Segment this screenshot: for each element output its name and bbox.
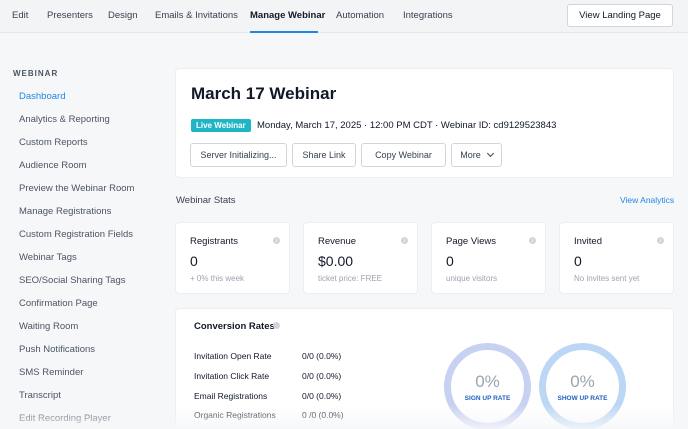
tab-design[interactable]: Design <box>108 10 138 21</box>
sidebar-item-push-notifications[interactable]: Push Notifications <box>19 344 95 355</box>
info-icon[interactable]: i <box>273 237 280 244</box>
sidebar-item-manage-registrations[interactable]: Manage Registrations <box>19 206 111 217</box>
sidebar-item-dashboard[interactable]: Dashboard <box>19 91 65 102</box>
more-button[interactable]: More <box>451 143 502 167</box>
show-up-rate-ring: 0% SHOW UP RATE <box>539 343 626 429</box>
webinar-header-card: March 17 Webinar Live Webinar Monday, Ma… <box>175 68 674 178</box>
stat-sub: unique visitors <box>446 274 498 283</box>
live-webinar-badge: Live Webinar <box>191 119 251 132</box>
more-label: More <box>460 150 481 160</box>
stat-label: Revenue <box>318 236 357 247</box>
stat-card-invited: Invited i 0 No invites sent yet <box>559 222 674 294</box>
sign-up-rate-label: SIGN UP RATE <box>464 394 511 402</box>
conversion-rates-title: Conversion Rates <box>194 321 275 332</box>
sidebar-item-custom-registration-fields[interactable]: Custom Registration Fields <box>19 229 133 240</box>
stat-label: Invited <box>574 236 602 247</box>
sidebar-heading: WEBINAR <box>13 69 59 78</box>
conversion-row-value: 0/0 (0.0%) <box>302 371 342 381</box>
active-tab-indicator <box>250 31 318 33</box>
stat-card-page-views: Page Views i 0 unique visitors <box>431 222 546 294</box>
stat-sub: + 0% this week <box>190 274 245 283</box>
stat-sub: ticket price: FREE <box>318 274 383 283</box>
tab-automation[interactable]: Automation <box>336 10 384 21</box>
stat-value: $0.00 <box>318 253 354 269</box>
conversion-rates-card: Conversion Rates Invitation Open Rate 0/… <box>175 308 674 429</box>
sidebar-item-waiting-room[interactable]: Waiting Room <box>19 321 78 332</box>
sign-up-rate-ring: 0% SIGN UP RATE <box>444 343 531 429</box>
top-nav: Edit Presenters Design Emails & Invitati… <box>0 0 688 33</box>
stat-value: 0 <box>190 253 198 269</box>
stat-value: 0 <box>574 253 582 269</box>
sidebar-item-confirmation-page[interactable]: Confirmation Page <box>19 298 98 309</box>
copy-webinar-button[interactable]: Copy Webinar <box>361 143 446 167</box>
conversion-row-label: Invitation Click Rate <box>194 371 270 381</box>
sidebar-item-seo-social-sharing-tags[interactable]: SEO/Social Sharing Tags <box>19 275 126 286</box>
stat-value: 0 <box>446 253 454 269</box>
server-initializing-button[interactable]: Server Initializing... <box>190 143 287 167</box>
show-up-rate-value: 0% <box>570 371 595 391</box>
stat-label: Registrants <box>190 236 239 247</box>
stat-card-revenue: Revenue i $0.00 ticket price: FREE <box>303 222 418 294</box>
tab-edit[interactable]: Edit <box>12 10 28 21</box>
tab-presenters[interactable]: Presenters <box>47 10 93 21</box>
chevron-down-icon <box>486 149 494 158</box>
info-icon[interactable] <box>273 322 280 329</box>
conversion-row-value: 0 /0 (0.0%) <box>302 410 344 420</box>
show-up-rate-label: SHOW UP RATE <box>557 394 608 402</box>
sidebar-item-audience-room[interactable]: Audience Room <box>19 160 87 171</box>
stat-card-registrants: Registrants i 0 + 0% this week <box>175 222 290 294</box>
view-landing-page-button[interactable]: View Landing Page <box>567 4 673 27</box>
webinar-stats-title: Webinar Stats <box>176 195 236 206</box>
sidebar-item-custom-reports[interactable]: Custom Reports <box>19 137 88 148</box>
share-link-button[interactable]: Share Link <box>292 143 356 167</box>
page-title: March 17 Webinar <box>191 84 337 103</box>
tab-manage-webinar[interactable]: Manage Webinar <box>250 10 325 21</box>
sidebar-item-analytics-reporting[interactable]: Analytics & Reporting <box>19 114 110 125</box>
conversion-row-label: Invitation Open Rate <box>194 351 272 361</box>
sidebar-item-sms-reminder[interactable]: SMS Reminder <box>19 367 83 378</box>
sidebar-item-preview-webinar-room[interactable]: Preview the Webinar Room <box>19 183 134 194</box>
tab-emails-invitations[interactable]: Emails & Invitations <box>155 10 238 21</box>
stat-sub: No invites sent yet <box>574 274 640 283</box>
conversion-row-value: 0/0 (0.0%) <box>302 351 342 361</box>
info-icon[interactable]: i <box>657 237 664 244</box>
info-icon[interactable]: i <box>529 237 536 244</box>
view-analytics-link[interactable]: View Analytics <box>620 195 674 205</box>
webinar-meta: Monday, March 17, 2025 · 12:00 PM CDT · … <box>257 120 557 131</box>
info-icon[interactable]: i <box>401 237 408 244</box>
sidebar: WEBINAR Dashboard Analytics & Reporting … <box>0 34 162 429</box>
stat-label: Page Views <box>446 236 496 247</box>
conversion-row-label: Email Registrations <box>194 391 268 401</box>
sidebar-item-edit-recording-player[interactable]: Edit Recording Player <box>19 413 111 424</box>
sign-up-rate-value: 0% <box>475 371 500 391</box>
sidebar-item-webinar-tags[interactable]: Webinar Tags <box>19 252 77 263</box>
conversion-row-label: Organic Registrations <box>194 410 276 420</box>
tab-integrations[interactable]: Integrations <box>403 10 453 21</box>
conversion-row-value: 0/0 (0.0%) <box>302 391 342 401</box>
sidebar-item-transcript[interactable]: Transcript <box>19 390 61 401</box>
